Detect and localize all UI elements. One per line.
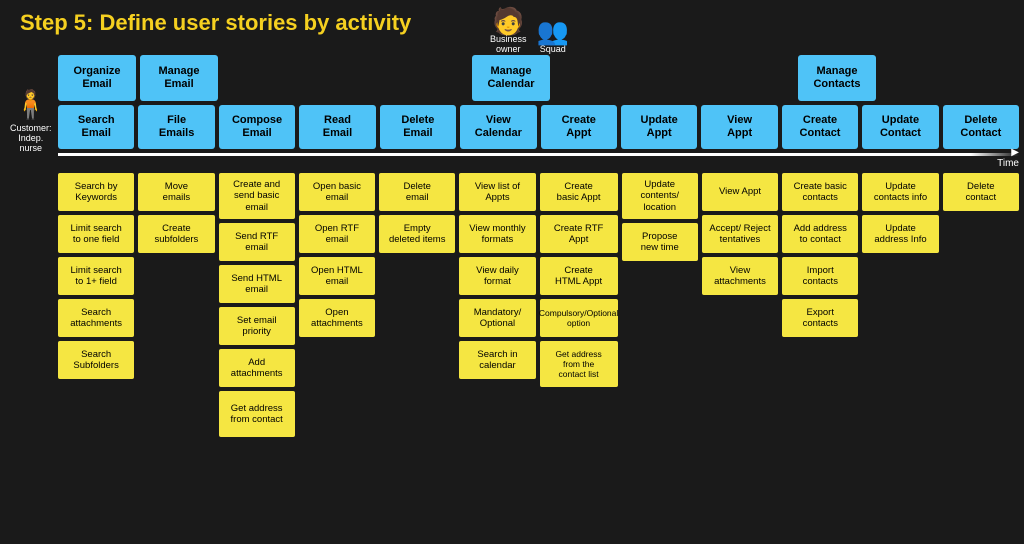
col-delete-contact-tasks: Deletecontact — [943, 173, 1019, 437]
task-open-attachments: Openattachments — [299, 299, 375, 337]
col-view-appt-tasks: View Appt Accept/ Rejecttentatives Viewa… — [702, 173, 778, 437]
task-view-attachments: Viewattachments — [702, 257, 778, 295]
timeline-bar — [58, 153, 1019, 156]
task-update-contents: Updatecontents/location — [622, 173, 698, 219]
task-create-basic-appt: Createbasic Appt — [540, 173, 618, 211]
col-search-email-tasks: Search byKeywords Limit searchto one fie… — [58, 173, 134, 437]
col-file-emails-tasks: Moveemails Createsubfolders — [138, 173, 214, 437]
task-update-address-info: Updateaddress Info — [862, 215, 938, 253]
story-update-appt: UpdateAppt — [621, 105, 697, 149]
task-create-subfolders: Createsubfolders — [138, 215, 214, 253]
persona-squad: 👥 Squad — [537, 18, 569, 54]
story-compose-email: ComposeEmail — [219, 105, 295, 149]
task-propose-new-time: Proposenew time — [622, 223, 698, 261]
task-set-priority: Set emailpriority — [219, 307, 295, 345]
task-search-attachments: Searchattachments — [58, 299, 134, 337]
personas-area: 🧑 Businessowner 👥 Squad — [490, 8, 569, 54]
col-read-email-tasks: Open basicemail Open RTFemail Open HTMLe… — [299, 173, 375, 437]
stories-row: SearchEmail FileEmails ComposeEmail Read… — [58, 105, 1019, 149]
task-create-rtf-appt: Create RTFAppt — [540, 215, 618, 253]
task-accept-reject: Accept/ Rejecttentatives — [702, 215, 778, 253]
customer-persona: 🧍 Customer:Indep.nurse — [10, 88, 52, 153]
task-open-basic-email: Open basicemail — [299, 173, 375, 211]
task-delete-email: Deleteemail — [379, 173, 455, 211]
task-create-html-appt: CreateHTML Appt — [540, 257, 618, 295]
story-delete-contact: DeleteContact — [943, 105, 1019, 149]
task-move-emails: Moveemails — [138, 173, 214, 211]
col-create-contact-tasks: Create basiccontacts Add addressto conta… — [782, 173, 858, 437]
task-compulsory-option: Compulsory/Optionaloption — [540, 299, 618, 337]
story-delete-email: DeleteEmail — [380, 105, 456, 149]
task-send-html: Send HTMLemail — [219, 265, 295, 303]
task-search-calendar: Search incalendar — [459, 341, 535, 379]
task-limit-search-multi: Limit searchto 1+ field — [58, 257, 134, 295]
story-update-contact: UpdateContact — [862, 105, 938, 149]
task-limit-search-one: Limit searchto one field — [58, 215, 134, 253]
task-export-contacts: Exportcontacts — [782, 299, 858, 337]
task-create-send-basic: Create andsend basicemail — [219, 173, 295, 219]
epic-manage-calendar: ManageCalendar — [472, 55, 550, 101]
story-read-email: ReadEmail — [299, 105, 375, 149]
tasks-row: Search byKeywords Limit searchto one fie… — [58, 173, 1019, 437]
story-create-contact: CreateContact — [782, 105, 858, 149]
story-search-email: SearchEmail — [58, 105, 134, 149]
col-delete-email-tasks: Deleteemail Emptydeleted items — [379, 173, 455, 437]
task-view-appt: View Appt — [702, 173, 778, 211]
swimlane: OrganizeEmail ManageEmail ManageCalendar… — [58, 55, 1019, 437]
col-update-contact-tasks: Updatecontacts info Updateaddress Info — [862, 173, 938, 437]
task-get-address-contact-list: Get addressfrom thecontact list — [540, 341, 618, 387]
story-view-calendar: ViewCalendar — [460, 105, 536, 149]
task-send-rtf: Send RTFemail — [219, 223, 295, 261]
story-view-appt: ViewAppt — [701, 105, 777, 149]
task-view-monthly: View monthlyformats — [459, 215, 535, 253]
task-update-contacts-info: Updatecontacts info — [862, 173, 938, 211]
task-search-subfolders: SearchSubfolders — [58, 341, 134, 379]
epic-manage-contacts: ManageContacts — [798, 55, 876, 101]
epic-organize-email: OrganizeEmail — [58, 55, 136, 101]
task-add-address: Add addressto contact — [782, 215, 858, 253]
epic-manage-email: ManageEmail — [140, 55, 218, 101]
col-update-appt-tasks: Updatecontents/location Proposenew time — [622, 173, 698, 437]
task-search-keywords: Search byKeywords — [58, 173, 134, 211]
epic-spacer2 — [554, 55, 794, 101]
task-import-contacts: Importcontacts — [782, 257, 858, 295]
task-open-rtf-email: Open RTFemail — [299, 215, 375, 253]
persona-business-owner: 🧑 Businessowner — [490, 8, 527, 54]
story-create-appt: CreateAppt — [541, 105, 617, 149]
task-get-address-contact: Get addressfrom contact — [219, 391, 295, 437]
epic-spacer1 — [222, 55, 468, 101]
task-create-basic-contacts: Create basiccontacts — [782, 173, 858, 211]
story-file-emails: FileEmails — [138, 105, 214, 149]
col-view-calendar-tasks: View list ofAppts View monthlyformats Vi… — [459, 173, 535, 437]
task-delete-contact: Deletecontact — [943, 173, 1019, 211]
epics-row: OrganizeEmail ManageEmail ManageCalendar… — [58, 55, 1019, 101]
task-open-html-email: Open HTMLemail — [299, 257, 375, 295]
task-view-list-appts: View list ofAppts — [459, 173, 535, 211]
col-create-appt-tasks: Createbasic Appt Create RTFAppt CreateHT… — [540, 173, 618, 437]
timeline-label: Time — [58, 158, 1019, 169]
task-mandatory-optional: Mandatory/Optional — [459, 299, 535, 337]
task-add-attachments: Addattachments — [219, 349, 295, 387]
task-empty-deleted: Emptydeleted items — [379, 215, 455, 253]
task-view-daily: View dailyformat — [459, 257, 535, 295]
col-compose-email-tasks: Create andsend basicemail Send RTFemail … — [219, 173, 295, 437]
